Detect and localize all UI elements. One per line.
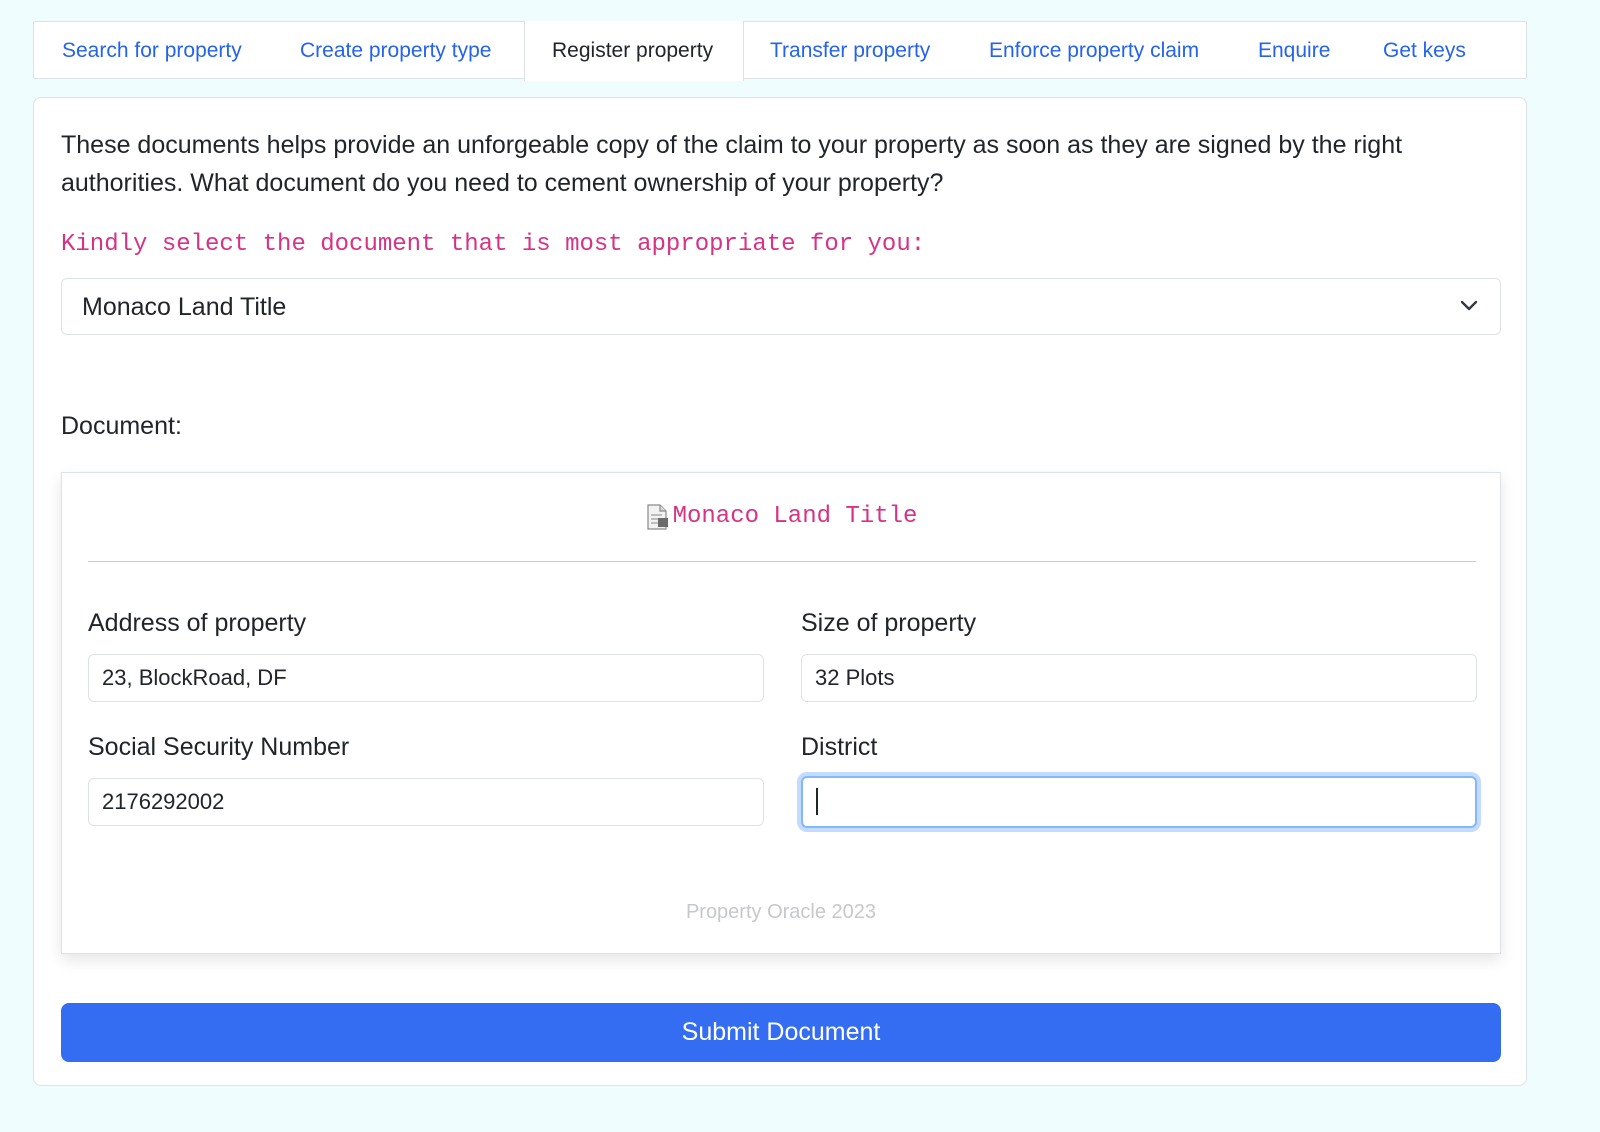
address-label: Address of property [88,609,307,637]
register-card: These documents helps provide an unforge… [33,97,1527,1086]
submit-document-button[interactable]: Submit Document [61,1003,1501,1062]
document-select[interactable]: Monaco Land Title [61,278,1501,335]
select-prompt: Kindly select the document that is most … [61,231,926,258]
ssn-input[interactable]: 2176292002 [88,778,764,826]
document-title: Monaco Land Title [672,503,918,530]
tab-enforce-property-claim[interactable]: Enforce property claim [989,22,1199,80]
intro-text: These documents helps provide an unforge… [61,131,1403,197]
tab-search-for-property[interactable]: Search for property [62,22,242,80]
size-label: Size of property [801,609,977,637]
district-label: District [801,733,878,761]
address-input[interactable]: 23, BlockRoad, DF [88,654,764,702]
document-footer: Property Oracle 2023 [685,901,877,923]
district-input[interactable] [801,776,1477,828]
tab-create-property-type[interactable]: Create property type [300,22,491,80]
document-select-value: Monaco Land Title [82,293,287,321]
chevron-down-icon [1460,299,1478,313]
tab-enquire[interactable]: Enquire [1258,22,1330,80]
tab-get-keys[interactable]: Get keys [1383,22,1466,80]
document-label: Document: [61,412,182,440]
tab-register-property[interactable]: Register property [524,21,744,81]
text-caret [816,787,818,815]
size-input[interactable]: 32 Plots [801,654,1477,702]
ssn-label: Social Security Number [88,733,350,761]
document-preview: Monaco Land Title Address of property 23… [61,472,1501,954]
divider [88,561,1476,562]
nav-tabs: Search for property Create property type… [33,21,1527,81]
tab-transfer-property[interactable]: Transfer property [770,22,930,80]
document-icon [645,503,669,530]
document-title-row: Monaco Land Title [62,503,1500,535]
